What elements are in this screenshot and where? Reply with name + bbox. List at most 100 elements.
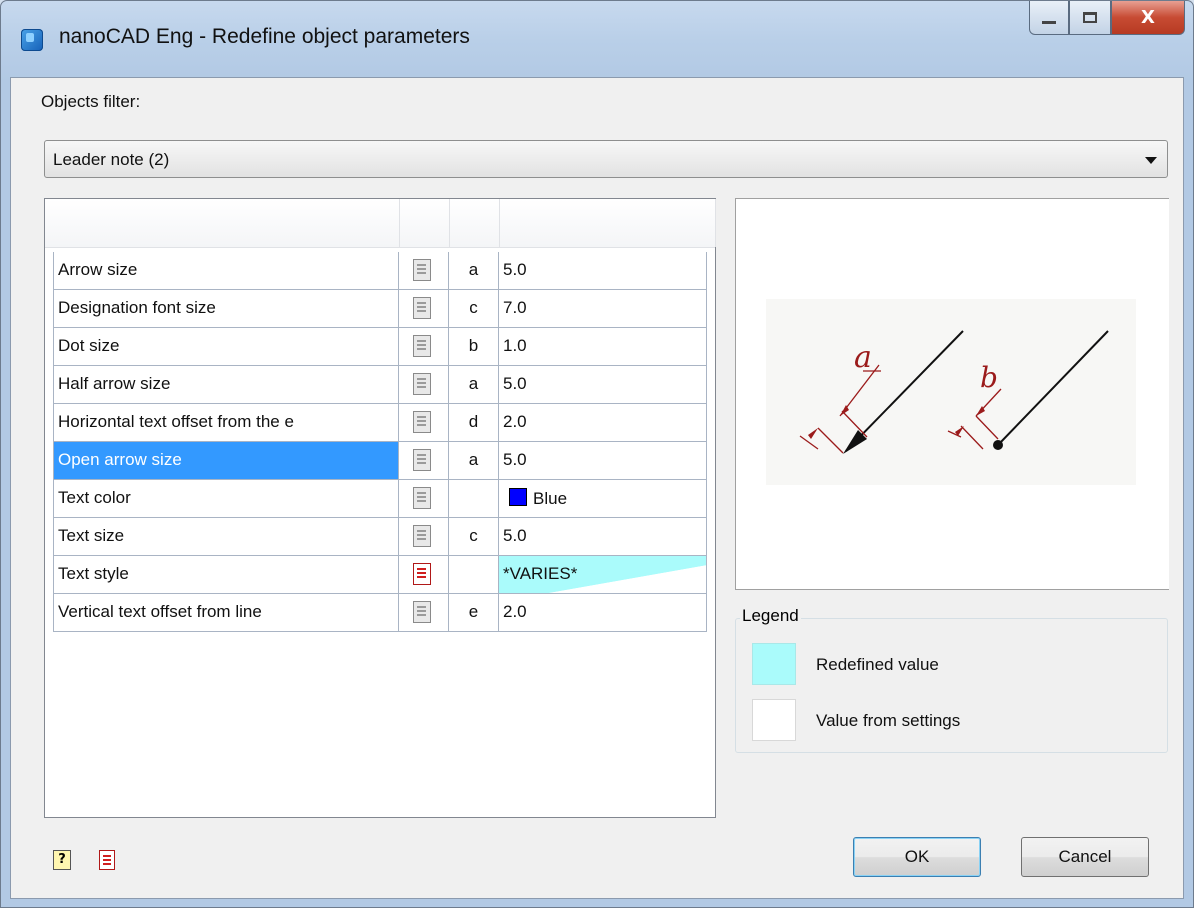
grid-header-button-col[interactable]: [399, 199, 450, 247]
reset-cell[interactable]: [399, 518, 449, 555]
reset-to-default-icon[interactable]: [413, 601, 431, 623]
objects-filter-value: Leader note (2): [53, 150, 170, 169]
parameter-name-cell[interactable]: Designation font size: [53, 290, 399, 327]
close-icon: X: [1141, 7, 1155, 28]
table-row[interactable]: Designation font size c 7.0: [53, 290, 707, 328]
reset-to-default-icon[interactable]: [413, 259, 431, 281]
reset-cell[interactable]: [399, 442, 449, 479]
parameter-value-cell[interactable]: 1.0: [499, 328, 707, 365]
parameter-value-cell[interactable]: 5.0: [499, 442, 707, 479]
parameter-value-cell[interactable]: 5.0: [499, 518, 707, 555]
settings-swatch: [752, 699, 796, 741]
table-row[interactable]: Half arrow size a 5.0: [53, 366, 707, 404]
reset-to-default-icon[interactable]: [413, 411, 431, 433]
parameter-symbol-cell: a: [449, 252, 499, 289]
legend-group: Legend Redefined value Value from settin…: [735, 606, 1168, 753]
parameter-symbol-cell: c: [449, 290, 499, 327]
parameter-name-cell[interactable]: Half arrow size: [53, 366, 399, 403]
parameter-name-cell[interactable]: Vertical text offset from line: [53, 594, 399, 631]
table-row[interactable]: Text style *VARIES*: [53, 556, 707, 594]
redefined-value-label: Redefined value: [816, 655, 939, 674]
parameter-symbol-cell: a: [449, 366, 499, 403]
parameter-symbol-cell: [449, 556, 499, 593]
table-row[interactable]: Dot size b 1.0: [53, 328, 707, 366]
table-row[interactable]: Horizontal text offset from the e d 2.0: [53, 404, 707, 442]
parameter-value-cell[interactable]: 5.0: [499, 366, 707, 403]
parameter-value-cell[interactable]: 5.0: [499, 252, 707, 289]
leader-dot: [993, 440, 1003, 450]
reset-to-default-icon[interactable]: [413, 563, 431, 585]
table-row[interactable]: Open arrow size a 5.0: [53, 442, 707, 480]
window-title: nanoCAD Eng - Redefine object parameters: [59, 25, 470, 48]
reset-to-default-icon[interactable]: [413, 297, 431, 319]
reset-cell[interactable]: [399, 328, 449, 365]
reset-to-default-icon[interactable]: [413, 449, 431, 471]
maximize-button[interactable]: [1069, 1, 1111, 35]
table-row[interactable]: Text size c 5.0: [53, 518, 707, 556]
parameter-name-cell[interactable]: Open arrow size: [53, 442, 399, 479]
parameter-name-cell[interactable]: Horizontal text offset from the e: [53, 404, 399, 441]
maximize-icon: [1083, 12, 1097, 23]
table-row[interactable]: Arrow size a 5.0: [53, 252, 707, 290]
reset-cell[interactable]: [399, 594, 449, 631]
parameter-value-cell[interactable]: 7.0: [499, 290, 707, 327]
grid-header: [45, 199, 716, 248]
title-bar[interactable]: nanoCAD Eng - Redefine object parameters…: [1, 1, 1193, 77]
objects-filter-label: Objects filter:: [41, 92, 141, 111]
parameter-value-cell[interactable]: 2.0: [499, 594, 707, 631]
reset-cell[interactable]: [399, 404, 449, 441]
parameter-name-cell[interactable]: Text style: [53, 556, 399, 593]
dialog-window: nanoCAD Eng - Redefine object parameters…: [0, 0, 1194, 908]
parameter-value-cell[interactable]: 2.0: [499, 404, 707, 441]
leader-preview-drawing: a b: [766, 299, 1136, 485]
parameter-symbol-cell: [449, 480, 499, 517]
preview-background: [766, 299, 1136, 485]
parameter-symbol-cell: c: [449, 518, 499, 555]
caption-buttons: X: [1029, 1, 1185, 39]
parameter-value-cell[interactable]: Blue: [499, 480, 707, 517]
reset-cell[interactable]: [399, 480, 449, 517]
objects-filter-dropdown[interactable]: Leader note (2): [44, 140, 1168, 178]
help-icon[interactable]: ?: [53, 850, 71, 870]
reset-to-default-icon[interactable]: [413, 487, 431, 509]
reset-to-default-icon[interactable]: [413, 335, 431, 357]
parameter-symbol-cell: e: [449, 594, 499, 631]
parameter-value-cell[interactable]: *VARIES*: [499, 556, 707, 593]
parameter-symbol-cell: b: [449, 328, 499, 365]
settings-value-label: Value from settings: [816, 711, 961, 730]
reset-cell[interactable]: [399, 290, 449, 327]
redefined-swatch: [752, 643, 796, 685]
chevron-down-icon[interactable]: [1145, 157, 1157, 164]
grid-header-name-col[interactable]: [45, 199, 400, 247]
grid-header-symbol-col[interactable]: [449, 199, 500, 247]
dimension-label-a: a: [854, 340, 872, 375]
table-row[interactable]: Text color Blue: [53, 480, 707, 518]
reset-cell[interactable]: [399, 556, 449, 593]
parameters-grid[interactable]: Arrow size a 5.0 Designation font size c 7.0 D…: [44, 198, 716, 818]
legend-title: Legend: [740, 606, 801, 626]
reset-cell[interactable]: [399, 366, 449, 403]
reset-cell[interactable]: [399, 252, 449, 289]
color-swatch: [509, 488, 527, 506]
color-name: Blue: [533, 489, 568, 508]
parameter-symbol-cell: a: [449, 442, 499, 479]
table-row[interactable]: Vertical text offset from line e 2.0: [53, 594, 707, 632]
reset-to-default-icon[interactable]: [413, 373, 431, 395]
close-button[interactable]: X: [1111, 1, 1185, 35]
preview-panel: a b: [735, 198, 1169, 590]
parameter-name-cell[interactable]: Dot size: [53, 328, 399, 365]
parameter-name-cell[interactable]: Arrow size: [53, 252, 399, 289]
reset-to-default-icon[interactable]: [413, 525, 431, 547]
dimension-label-b: b: [980, 361, 998, 394]
minimize-button[interactable]: [1029, 1, 1069, 35]
dialog-client-area: Objects filter: Leader note (2) Arrow si…: [10, 77, 1184, 899]
grid-header-value-col[interactable]: [499, 199, 716, 247]
parameter-name-cell[interactable]: Text size: [53, 518, 399, 555]
minimize-icon: [1042, 21, 1056, 24]
reset-values-icon[interactable]: [99, 850, 115, 870]
ok-button[interactable]: OK: [853, 837, 981, 877]
cancel-button[interactable]: Cancel: [1021, 837, 1149, 877]
nanocad-app-icon: [21, 29, 43, 51]
parameter-name-cell[interactable]: Text color: [53, 480, 399, 517]
parameter-symbol-cell: d: [449, 404, 499, 441]
